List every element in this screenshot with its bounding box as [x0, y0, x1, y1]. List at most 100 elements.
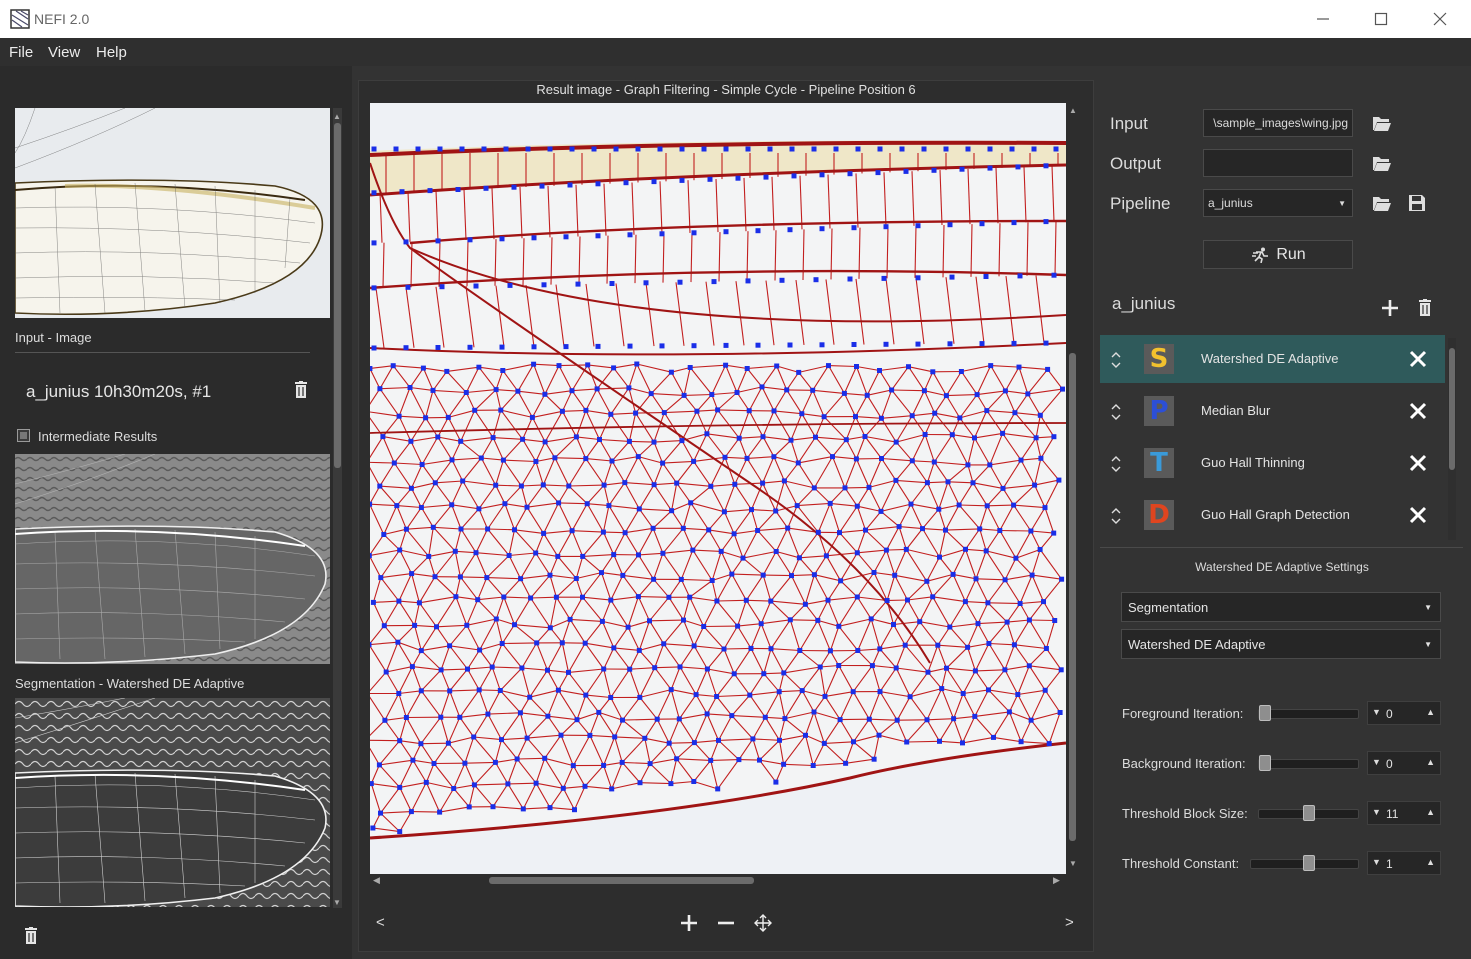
chevron-down-icon[interactable]: ▼ — [1372, 807, 1381, 817]
pipeline-select-value: a_junius — [1208, 196, 1253, 210]
intermediate-thumbnail-1[interactable] — [15, 454, 330, 664]
scroll-down-arrow[interactable]: ▼ — [333, 898, 341, 907]
result-vscroll-thumb[interactable] — [1069, 353, 1076, 841]
remove-step-button[interactable] — [1406, 451, 1430, 475]
scroll-right-arrow[interactable]: ▶ — [1053, 875, 1060, 886]
chevron-up-icon[interactable]: ▲ — [1426, 807, 1435, 817]
chevron-down-icon: ▼ — [1424, 602, 1432, 612]
pipeline-name: a_junius — [1112, 294, 1176, 313]
zoom-in-button[interactable] — [677, 911, 701, 935]
next-result-button[interactable]: > — [1065, 914, 1074, 931]
minimize-button[interactable] — [1294, 0, 1352, 38]
divider — [15, 352, 310, 353]
chevron-down-icon[interactable]: ▼ — [1372, 707, 1381, 717]
param-spinbox[interactable]: ▼ 0 ▲ — [1367, 701, 1441, 725]
pipeline-step[interactable]: S Watershed DE Adaptive — [1100, 335, 1445, 383]
intermediate-results-label: Intermediate Results — [38, 429, 158, 444]
param-slider[interactable] — [1258, 709, 1359, 719]
pipeline-step[interactable]: D Guo Hall Graph Detection — [1100, 491, 1445, 539]
param-slider-handle[interactable] — [1302, 805, 1315, 821]
scroll-up-arrow[interactable]: ▲ — [333, 112, 341, 121]
result-vscroll[interactable] — [1068, 103, 1077, 871]
menu-file[interactable]: File — [9, 44, 33, 61]
pipeline-step[interactable]: T Guo Hall Thinning — [1100, 439, 1445, 487]
pipeline-select[interactable]: a_junius ▼ — [1203, 189, 1353, 217]
category-select[interactable]: Segmentation ▼ — [1121, 592, 1441, 622]
reorder-icon[interactable] — [1110, 401, 1122, 423]
run-button[interactable]: Run — [1203, 240, 1353, 269]
run-button-label: Run — [1276, 245, 1306, 263]
input-image-thumbnail[interactable] — [15, 108, 330, 318]
category-select-value: Segmentation — [1128, 599, 1209, 615]
input-path-field[interactable]: \sample_images\wing.jpg — [1203, 109, 1353, 137]
folder-open-icon — [1373, 157, 1391, 171]
chevron-down-icon[interactable]: ▼ — [1372, 857, 1381, 867]
chevron-up-icon[interactable]: ▲ — [1426, 757, 1435, 767]
algorithm-select[interactable]: Watershed DE Adaptive ▼ — [1121, 629, 1441, 659]
left-scrollbar[interactable] — [333, 108, 342, 908]
fit-view-button[interactable] — [751, 911, 775, 935]
scroll-left-arrow[interactable]: ◀ — [373, 875, 380, 886]
chevron-down-icon[interactable]: ▼ — [1372, 757, 1381, 767]
open-output-button[interactable] — [1370, 151, 1394, 175]
param-value: 0 — [1386, 707, 1393, 721]
results-panel: Input - Image a_junius 10h30m20s, #1 Int… — [0, 66, 352, 959]
intermediate-thumbnail-2[interactable] — [15, 698, 330, 907]
param-slider-handle[interactable] — [1303, 855, 1316, 871]
intermediate-results-checkbox[interactable] — [17, 429, 30, 442]
save-icon — [1409, 195, 1425, 211]
param-spinbox[interactable]: ▼ 1 ▲ — [1367, 851, 1441, 875]
app-icon — [10, 9, 30, 29]
previous-result-button[interactable]: < — [376, 914, 385, 931]
result-image[interactable] — [370, 103, 1066, 874]
pipeline-step[interactable]: P Median Blur — [1100, 387, 1445, 435]
step-type-icon: P — [1144, 396, 1174, 426]
settings-title: Watershed DE Adaptive Settings — [1195, 560, 1369, 574]
delete-all-button[interactable] — [19, 924, 43, 948]
remove-step-button[interactable] — [1406, 503, 1430, 527]
param-slider-handle[interactable] — [1259, 705, 1271, 721]
left-scrollbar-thumb[interactable] — [334, 123, 341, 468]
param-label: Foreground Iteration: — [1122, 706, 1244, 721]
segmentation-label: Segmentation - Watershed DE Adaptive — [15, 676, 245, 691]
result-hscroll[interactable] — [370, 876, 1066, 885]
param-slider[interactable] — [1258, 759, 1359, 769]
step-type-icon: T — [1144, 448, 1174, 478]
close-window-button[interactable] — [1411, 0, 1469, 38]
save-pipeline-button[interactable] — [1405, 191, 1429, 215]
reorder-icon[interactable] — [1110, 453, 1122, 475]
remove-step-button[interactable] — [1406, 347, 1430, 371]
steps-scrollbar-thumb[interactable] — [1449, 348, 1455, 470]
step-name: Guo Hall Thinning — [1201, 455, 1305, 470]
param-slider-handle[interactable] — [1259, 755, 1271, 771]
param-spinbox[interactable]: ▼ 0 ▲ — [1367, 751, 1441, 775]
steps-scrollbar[interactable] — [1448, 338, 1456, 540]
chevron-up-icon[interactable]: ▲ — [1426, 857, 1435, 867]
delete-run-button[interactable] — [289, 378, 313, 402]
scroll-up-arrow[interactable]: ▲ — [1069, 106, 1077, 115]
delete-pipeline-button[interactable] — [1413, 296, 1437, 320]
chevron-up-icon[interactable]: ▲ — [1426, 707, 1435, 717]
result-title: Result image - Graph Filtering - Simple … — [536, 82, 916, 97]
reorder-icon[interactable] — [1110, 349, 1122, 371]
step-name: Guo Hall Graph Detection — [1201, 507, 1350, 522]
zoom-out-button[interactable] — [714, 911, 738, 935]
run-name: a_junius 10h30m20s, #1 — [26, 382, 212, 401]
maximize-button[interactable] — [1352, 0, 1410, 38]
add-step-button[interactable] — [1378, 296, 1402, 320]
reorder-icon[interactable] — [1110, 505, 1122, 527]
step-name: Median Blur — [1201, 403, 1271, 418]
trash-icon — [1419, 299, 1431, 316]
result-hscroll-thumb[interactable] — [489, 877, 754, 884]
output-path-field[interactable] — [1203, 149, 1353, 177]
folder-open-icon — [1373, 117, 1391, 131]
chevron-down-icon: ▼ — [1424, 639, 1432, 649]
open-pipeline-button[interactable] — [1370, 191, 1394, 215]
param-spinbox[interactable]: ▼ 11 ▲ — [1367, 801, 1441, 825]
menu-help[interactable]: Help — [96, 44, 127, 61]
remove-step-button[interactable] — [1406, 399, 1430, 423]
param-label: Background Iteration: — [1122, 756, 1246, 771]
menu-view[interactable]: View — [48, 44, 80, 61]
open-input-button[interactable] — [1370, 111, 1394, 135]
scroll-down-arrow[interactable]: ▼ — [1069, 859, 1077, 868]
